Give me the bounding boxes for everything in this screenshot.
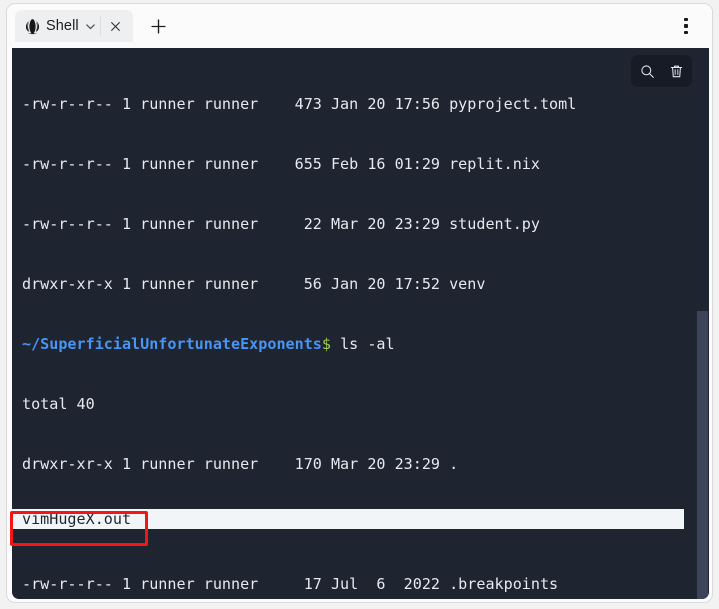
app-root: Shell -rw-r--r-- 1 runner runner 473 Jan… [0,0,719,609]
chevron-down-icon[interactable] [84,19,98,33]
terminal-line: -rw-r--r-- 1 runner runner 655 Feb 16 01… [22,155,540,173]
shell-window: Shell -rw-r--r-- 1 runner runner 473 Jan… [6,3,713,603]
more-options-icon[interactable] [672,12,700,40]
tab-shell[interactable]: Shell [15,10,133,42]
terminal-scrollbar[interactable] [696,48,709,599]
terminal-prompt-line: ~/SuperficialUnfortunateExponents$ ls -a… [22,334,709,354]
tab-divider [99,16,101,36]
terminal-line: total 40 [22,395,95,413]
close-icon[interactable] [103,13,129,39]
terminal-line: drwxr-xr-x 1 runner runner 56 Jan 20 17:… [22,275,486,293]
terminal-actions [631,55,692,87]
search-icon[interactable] [633,57,661,85]
tab-bar: Shell [7,4,712,48]
terminal-viewport[interactable]: -rw-r--r-- 1 runner runner 473 Jan 20 17… [12,48,709,599]
prompt-command: ls -al [330,335,395,353]
prompt-symbol: $ [321,335,331,353]
shell-icon [24,18,41,35]
menu-option-vimhugex-selected[interactable]: vimHugeX.out [12,509,684,529]
terminal-panel: -rw-r--r-- 1 runner runner 473 Jan 20 17… [12,48,709,599]
tab-label: Shell [46,18,79,34]
terminal-line: -rw-r--r-- 1 runner runner 22 Mar 20 23:… [22,215,540,233]
terminal-line: -rw-r--r-- 1 runner runner 17 Jul 6 2022… [22,575,559,593]
menu-option-label: vimHugeX.out [22,510,132,528]
prompt-path: ~/SuperficialUnfortunateExponents [22,335,322,353]
terminal-line: drwxr-xr-x 1 runner runner 170 Mar 20 23… [22,455,459,473]
trash-icon[interactable] [662,57,690,85]
terminal-line: -rw-r--r-- 1 runner runner 473 Jan 20 17… [22,95,577,113]
new-tab-button[interactable] [144,11,174,41]
scrollbar-thumb[interactable] [697,311,708,599]
